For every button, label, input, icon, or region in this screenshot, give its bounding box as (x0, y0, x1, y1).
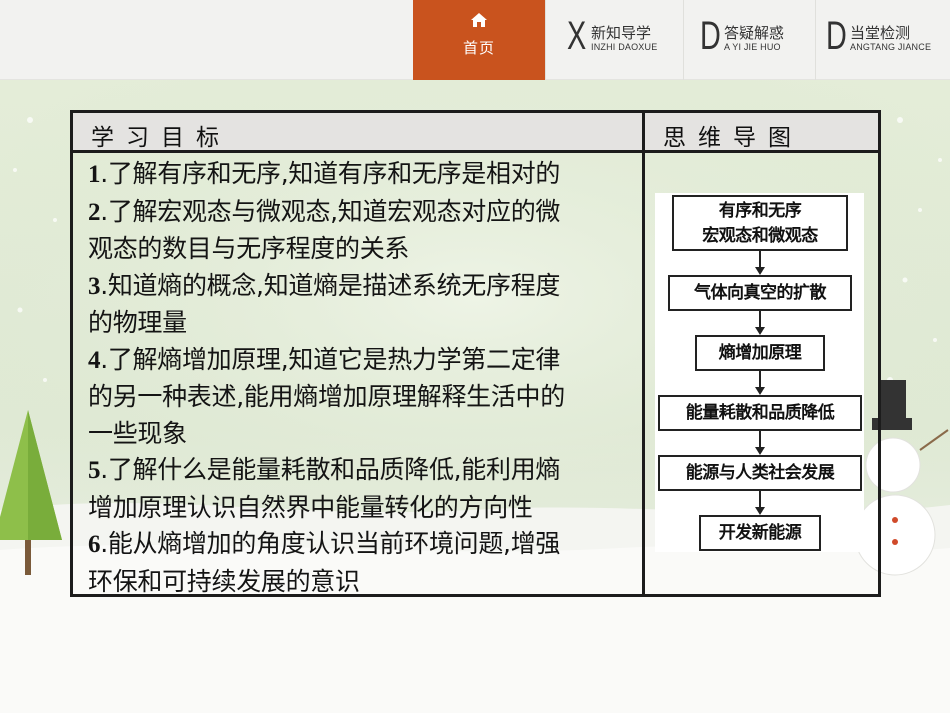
nav-divider (683, 0, 684, 80)
goal-text: .了解有序和无序,知道有序和无序是相对的 (100, 159, 561, 188)
goal-number: 4 (88, 346, 101, 374)
goal-item: 5.了解什么是能量耗散和品质降低,能利用熵 增加原理认识自然界中能量转化的方向性 (88, 452, 640, 526)
tab-letter: X (567, 14, 587, 58)
arrow-down-icon (755, 371, 765, 395)
mindmap-node: 能量耗散和品质降低 (658, 395, 862, 431)
goal-text: 环保和可持续发展的意识 (88, 566, 360, 596)
goal-text: 一些现象 (88, 418, 187, 448)
goal-text: 增加原理认识自然界中能量转化的方向性 (88, 492, 533, 522)
mindmap-node: 有序和无序 宏观态和微观态 (672, 195, 848, 251)
tab-letter: D (700, 14, 721, 58)
learning-goals-header: 学习目标 (91, 125, 231, 151)
arrow-down-icon (755, 251, 765, 275)
home-label: 首页 (462, 39, 495, 57)
nav-divider (815, 0, 816, 80)
arrow-down-icon (755, 311, 765, 335)
goal-number: 3 (88, 272, 101, 300)
mindmap-node: 熵增加原理 (695, 335, 825, 371)
mindmap-node-text: 气体向真空的扩散 (694, 283, 827, 303)
goal-text: 的物理量 (88, 308, 187, 337)
mindmap-node-text: 能源与人类社会发展 (685, 463, 835, 483)
mindmap-node: 气体向真空的扩散 (668, 275, 852, 311)
nav-divider (545, 0, 546, 80)
goal-number: 5 (88, 457, 101, 484)
tab-sublabel: ANGTANG JIANCE (850, 42, 932, 52)
home-icon (471, 13, 487, 27)
tab-letter: D (826, 14, 847, 58)
tab-label: 当堂检测 (850, 24, 911, 42)
mindmap-node: 能源与人类社会发展 (658, 455, 862, 491)
mindmap-node-text: 宏观态和微观态 (702, 226, 818, 246)
tab-dangtang-jiance[interactable]: D 当堂检测 ANGTANG JIANCE (826, 14, 948, 60)
home-button[interactable]: 首页 (413, 0, 545, 80)
mind-map-header: 思维导图 (663, 125, 803, 151)
goal-text: 的另一种表述,能用熵增加原理解释生活中的 (88, 382, 565, 411)
arrow-down-icon (755, 491, 765, 515)
top-nav-bar: 首页 X 新知导学 INZHI DAOXUE D 答疑解惑 A YI JIE H… (0, 0, 950, 80)
goal-number: 1 (88, 161, 101, 188)
tab-sublabel: A YI JIE HUO (724, 42, 781, 52)
goal-item: 1.了解有序和无序,知道有序和无序是相对的 (88, 156, 640, 194)
goal-number: 6 (88, 531, 101, 558)
mindmap-node-text: 熵增加原理 (718, 343, 802, 363)
mindmap-node-text: 有序和无序 (718, 201, 802, 221)
goal-item: 3.知道熵的概念,知道熵是描述系统无序程度 的物理量 (88, 268, 640, 342)
tab-sublabel: INZHI DAOXUE (591, 42, 658, 52)
mindmap-node-text: 能量耗散和品质降低 (685, 403, 835, 423)
goal-text: .了解什么是能量耗散和品质降低,能利用熵 (100, 455, 561, 484)
tab-dayi-jiehuo[interactable]: D 答疑解惑 A YI JIE HUO (700, 14, 810, 60)
table-header-row: 学习目标 思维导图 (73, 113, 878, 153)
goal-item: 4.了解熵增加原理,知道它是热力学第二定律 的另一种表述,能用熵增加原理解释生活… (88, 342, 640, 453)
goal-item: 2.了解宏观态与微观态,知道宏观态对应的微 观态的数目与无序程度的关系 (88, 194, 640, 268)
goal-text: .了解熵增加原理,知道它是热力学第二定律 (100, 344, 561, 374)
goal-item: 6.能从熵增加的角度认识当前环境问题,增强 环保和可持续发展的意识 (88, 526, 640, 600)
goal-text: 观态的数目与无序程度的关系 (88, 234, 410, 263)
learning-goals-list: 1.了解有序和无序,知道有序和无序是相对的 2.了解宏观态与微观态,知道宏观态对… (88, 156, 640, 600)
goal-text: .了解宏观态与微观态,知道宏观态对应的微 (100, 196, 561, 226)
goal-text: .能从熵增加的角度认识当前环境问题,增强 (100, 529, 561, 558)
goal-number: 2 (88, 198, 101, 226)
column-divider (642, 113, 645, 594)
tab-xinzhi-daoxue[interactable]: X 新知导学 INZHI DAOXUE (567, 14, 677, 60)
arrow-down-icon (755, 431, 765, 455)
tab-label: 答疑解惑 (724, 24, 785, 42)
tab-label: 新知导学 (591, 24, 652, 42)
mindmap-node-text: 开发新能源 (718, 523, 802, 543)
mindmap-node: 开发新能源 (699, 515, 821, 551)
mind-map: 有序和无序 宏观态和微观态 气体向真空的扩散 熵增加原理 能量耗散和品质降低 能… (655, 193, 864, 552)
goal-text: .知道熵的概念,知道熵是描述系统无序程度 (100, 270, 561, 300)
